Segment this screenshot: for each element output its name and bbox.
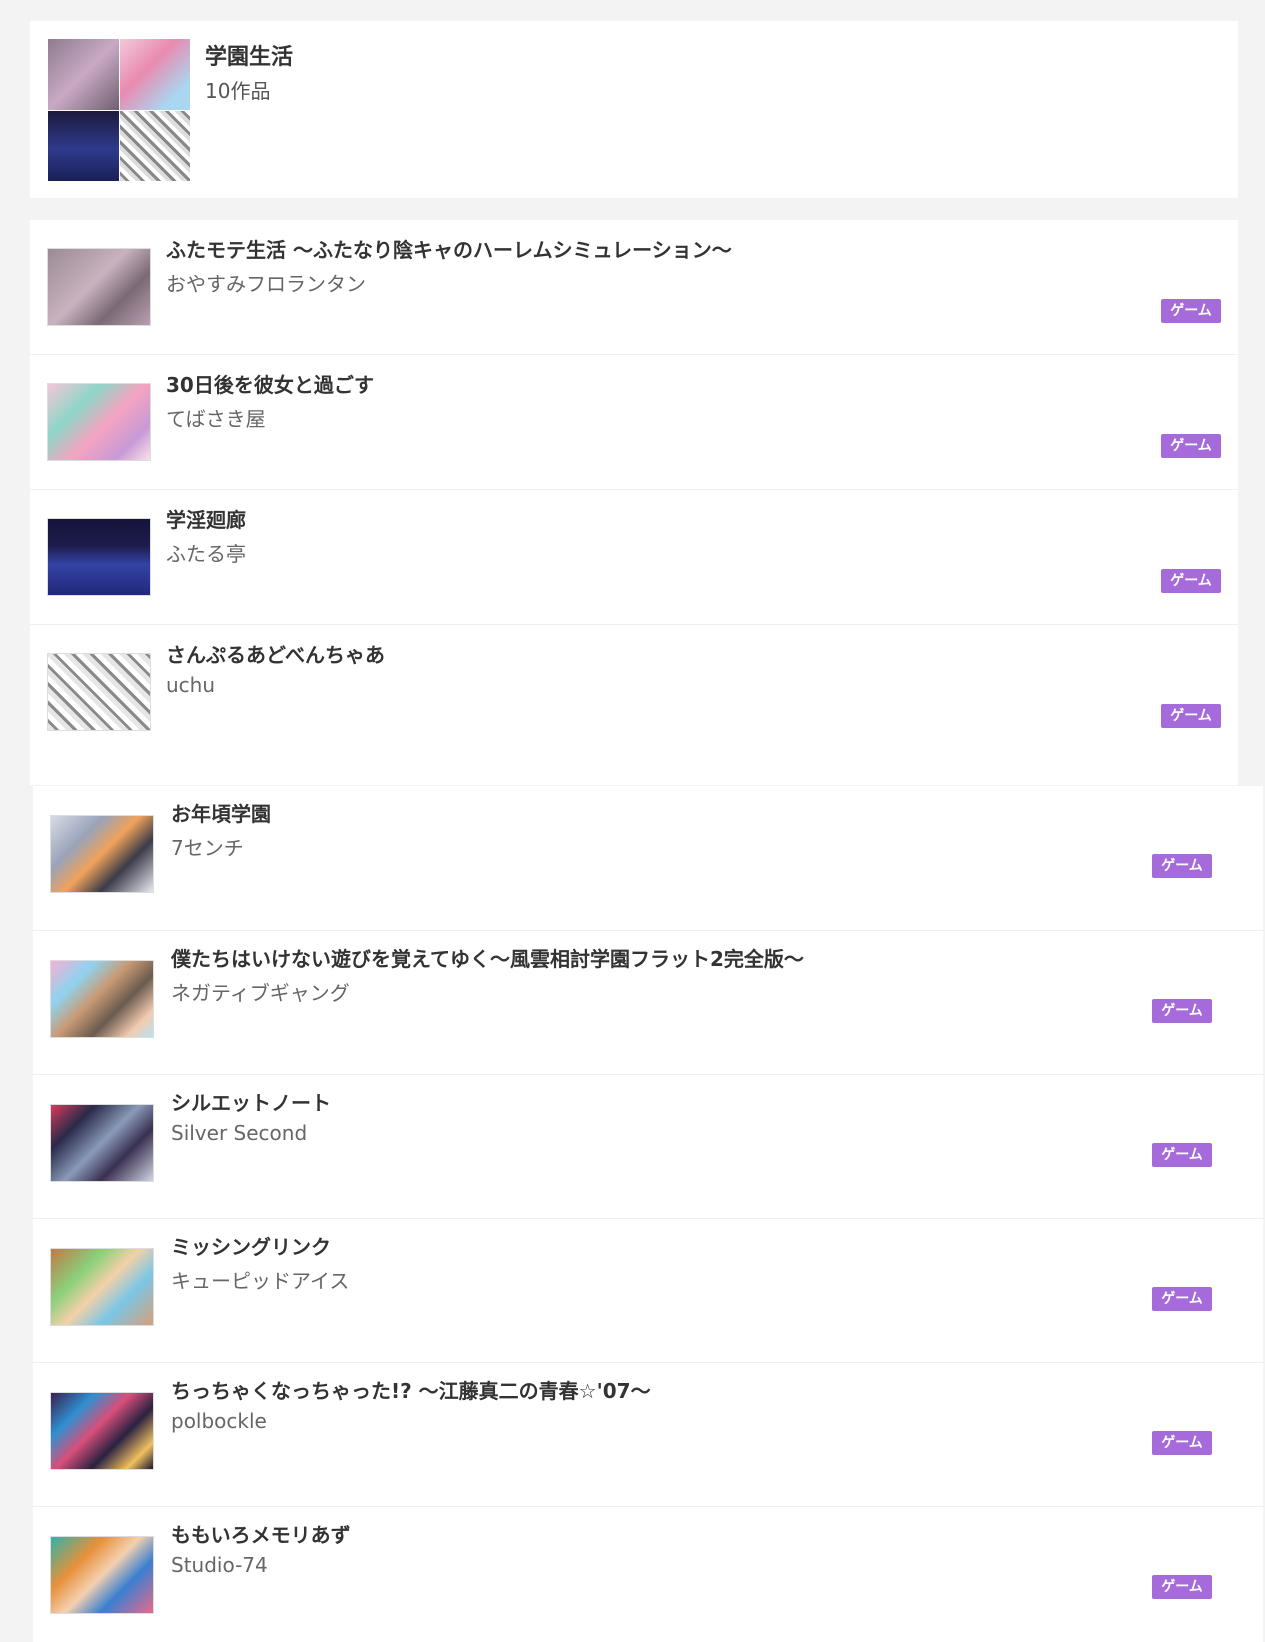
work-thumbnail[interactable] — [50, 960, 154, 1038]
work-row[interactable]: シルエットノート Silver Second ゲーム — [33, 1075, 1263, 1219]
work-circle[interactable]: てばさき屋 — [166, 403, 266, 432]
work-title[interactable]: シルエットノート — [171, 1087, 331, 1116]
work-thumbnail[interactable] — [47, 248, 151, 326]
genre-tag[interactable]: ゲーム — [1152, 1287, 1212, 1311]
work-list-b: お年頃学園 7センチ ゲーム 僕たちはいけない遊びを覚えてゆく〜風雲相討学園フラ… — [33, 786, 1263, 1642]
collage-image-2 — [119, 39, 190, 110]
genre-tag[interactable]: ゲーム — [1161, 434, 1221, 458]
work-title[interactable]: 学淫廻廊 — [166, 504, 246, 533]
work-title[interactable]: ももいろメモリあず — [171, 1519, 351, 1548]
work-title[interactable]: ちっちゃくなっちゃった!? 〜江藤真二の青春☆'07〜 — [171, 1375, 651, 1404]
genre-tag[interactable]: ゲーム — [1152, 1431, 1212, 1455]
collage-image-1 — [48, 39, 119, 110]
work-row[interactable]: 学淫廻廊 ふたる亭 ゲーム — [30, 490, 1238, 625]
work-thumbnail[interactable] — [47, 518, 151, 596]
work-row[interactable]: さんぷるあどべんちゃあ uchu ゲーム — [30, 625, 1238, 760]
work-row[interactable]: ふたモテ生活 〜ふたなり陰キャのハーレムシミュレーション〜 おやすみフロランタン… — [30, 220, 1238, 355]
work-circle[interactable]: おやすみフロランタン — [166, 268, 366, 297]
work-title[interactable]: 30日後を彼女と過ごす — [166, 369, 374, 398]
genre-tag[interactable]: ゲーム — [1152, 1143, 1212, 1167]
genre-tag[interactable]: ゲーム — [1152, 999, 1212, 1023]
work-thumbnail[interactable] — [50, 1392, 154, 1470]
work-circle[interactable]: キューピッドアイス — [171, 1265, 349, 1294]
collection-header[interactable]: 学園生活 10作品 — [30, 21, 1238, 198]
work-thumbnail[interactable] — [50, 1536, 154, 1614]
collage-image-3 — [48, 110, 119, 181]
work-title[interactable]: ふたモテ生活 〜ふたなり陰キャのハーレムシミュレーション〜 — [166, 234, 732, 263]
work-row[interactable]: ちっちゃくなっちゃった!? 〜江藤真二の青春☆'07〜 polbockle ゲー… — [33, 1363, 1263, 1507]
work-row[interactable]: 30日後を彼女と過ごす てばさき屋 ゲーム — [30, 355, 1238, 490]
work-circle[interactable]: polbockle — [171, 1409, 267, 1433]
work-title[interactable]: さんぷるあどべんちゃあ — [166, 639, 385, 668]
work-title[interactable]: お年頃学園 — [171, 798, 271, 827]
work-row[interactable]: ミッシングリンク キューピッドアイス ゲーム — [33, 1219, 1263, 1363]
work-circle[interactable]: ネガティブギャング — [171, 977, 350, 1006]
genre-tag[interactable]: ゲーム — [1152, 854, 1212, 878]
work-row[interactable]: お年頃学園 7センチ ゲーム — [33, 786, 1263, 931]
collection-collage-thumbnail — [48, 39, 190, 181]
genre-tag[interactable]: ゲーム — [1161, 299, 1221, 323]
work-list-a: ふたモテ生活 〜ふたなり陰キャのハーレムシミュレーション〜 おやすみフロランタン… — [30, 220, 1238, 785]
work-thumbnail[interactable] — [47, 383, 151, 461]
genre-tag[interactable]: ゲーム — [1161, 704, 1221, 728]
work-thumbnail[interactable] — [50, 1248, 154, 1326]
work-circle[interactable]: uchu — [166, 673, 215, 697]
collage-image-4 — [119, 110, 190, 181]
work-title[interactable]: 僕たちはいけない遊びを覚えてゆく〜風雲相討学園フラット2完全版〜 — [171, 943, 804, 972]
collection-title[interactable]: 学園生活 — [205, 39, 293, 71]
work-circle[interactable]: Silver Second — [171, 1121, 307, 1145]
work-circle[interactable]: 7センチ — [171, 832, 244, 861]
genre-tag[interactable]: ゲーム — [1152, 1575, 1212, 1599]
work-circle[interactable]: ふたる亭 — [166, 538, 246, 567]
work-thumbnail[interactable] — [47, 653, 151, 731]
collection-count: 10作品 — [205, 79, 271, 103]
work-row[interactable]: ももいろメモリあず Studio-74 ゲーム — [33, 1507, 1263, 1642]
work-title[interactable]: ミッシングリンク — [171, 1231, 331, 1260]
work-thumbnail[interactable] — [50, 815, 154, 893]
genre-tag[interactable]: ゲーム — [1161, 569, 1221, 593]
work-circle[interactable]: Studio-74 — [171, 1553, 268, 1577]
work-thumbnail[interactable] — [50, 1104, 154, 1182]
work-row[interactable]: 僕たちはいけない遊びを覚えてゆく〜風雲相討学園フラット2完全版〜 ネガティブギャ… — [33, 931, 1263, 1075]
